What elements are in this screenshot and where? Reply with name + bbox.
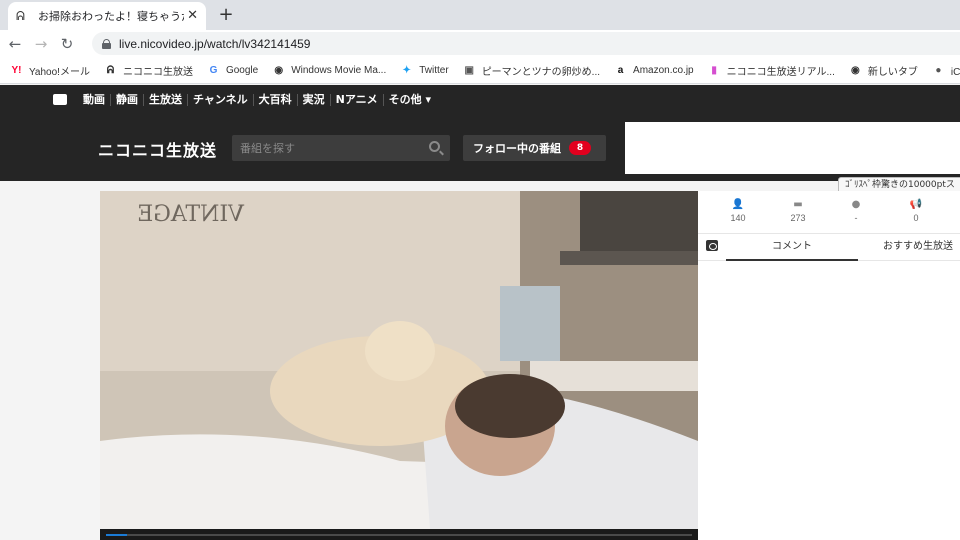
globe-icon: ◉ — [851, 64, 860, 76]
twitter-icon: ✦ — [402, 64, 411, 76]
browser-tab[interactable]: ᕱ お掃除おわったよ！寝ちゃうかもzzz ✕ — [8, 2, 206, 30]
bookmark-item[interactable]: ● iCloud写真 — [932, 63, 960, 78]
site-nav-link[interactable]: 生放送 — [144, 94, 188, 106]
following-count-badge: 8 — [569, 141, 591, 155]
bookmark-item[interactable]: ▮ ニコニコ生放送リアル... — [708, 63, 835, 78]
bookmark-label: Amazon.co.jp — [633, 64, 694, 76]
address-bar[interactable]: live.nicovideo.jp/watch/lv342141459 — [92, 32, 960, 55]
globe-icon: ◉ — [274, 64, 284, 76]
search-icon[interactable] — [429, 141, 440, 152]
browser-toolbar: ← → ↻ live.nicovideo.jp/watch/lv34214145… — [0, 30, 960, 57]
comment-settings-icon[interactable] — [706, 240, 718, 251]
gift-icon: ● — [851, 199, 861, 210]
bookmark-label: Twitter — [419, 64, 449, 76]
site-global-nav: 動画 静画 生放送 チャンネル 大百科 実況 Nアニメ その他 ▾ — [0, 85, 960, 115]
bookmark-label: ニコニコ生放送リアル... — [726, 66, 835, 78]
ad-icon: 📢 — [909, 199, 923, 210]
seek-progress — [106, 534, 127, 536]
program-stats: 👤 140 ▬ 273 ● - 📢 0 — [698, 199, 960, 233]
svg-text:VINTAGE: VINTAGE — [137, 202, 245, 227]
bookmark-item[interactable]: ✦ Twitter — [400, 64, 449, 77]
stat-value: 273 — [790, 213, 806, 223]
following-programs-button[interactable]: フォロー中の番組 8 — [463, 135, 606, 161]
bookmark-item[interactable]: a Amazon.co.jp — [614, 64, 694, 77]
site-nav-link[interactable]: チャンネル — [188, 94, 254, 106]
comment-icon: ▬ — [793, 199, 803, 210]
stat-ad: 📢 0 — [886, 199, 946, 223]
program-search — [232, 135, 450, 161]
stat-value: 0 — [913, 213, 919, 223]
bookmark-label: ピーマンとツナの卵炒め... — [481, 66, 601, 78]
bookmark-label: iCloud写真 — [950, 66, 960, 78]
bookmark-label: 新しいタブ — [867, 66, 918, 78]
video-player[interactable]: VINTAGE — [100, 191, 698, 540]
viewer-icon: 👤 — [731, 199, 745, 210]
side-panel: 👤 140 ▬ 273 ● - 📢 0 コメント おすすめ生放送 — [698, 191, 960, 540]
site-nav-link[interactable]: 静画 — [111, 94, 144, 106]
site-nav-link[interactable]: 動画 — [78, 94, 111, 106]
site-nav-link[interactable]: その他 ▾ — [384, 94, 436, 106]
bookmark-label: Google — [225, 64, 259, 76]
google-icon: G — [209, 64, 218, 76]
bookmark-label: Yahoo!メール — [29, 66, 90, 78]
niconico-tv-icon[interactable] — [53, 94, 67, 105]
site-nav-link[interactable]: 大百科 — [254, 94, 298, 106]
bookmark-item[interactable]: ▣ ピーマンとツナの卵炒め... — [463, 63, 600, 78]
bookmarks-bar: Y! Yahoo!メール ᕱ ニコニコ生放送 G Google ◉ Windows Movie… — [0, 57, 960, 84]
search-input[interactable] — [232, 135, 412, 161]
stat-value: - — [854, 213, 858, 223]
bookmark-label: Windows Movie Ma... — [291, 64, 387, 76]
browser-tab-strip: ᕱ お掃除おわったよ！寝ちゃうかもzzz ✕ + — [0, 0, 960, 30]
following-programs-label: フォロー中の番組 — [473, 142, 561, 155]
apple-icon: ● — [935, 64, 942, 76]
site-nav-link[interactable]: 実況 — [298, 94, 331, 106]
bookmark-item[interactable]: ᕱ ニコニコ生放送 — [104, 63, 193, 78]
tab-title: お掃除おわったよ！寝ちゃうかもzzz — [38, 10, 184, 23]
seek-bar[interactable] — [100, 529, 698, 540]
recipe-icon: ▣ — [464, 64, 474, 76]
new-tab-icon[interactable]: + — [216, 4, 236, 25]
side-tabs: コメント おすすめ生放送 — [698, 233, 960, 261]
stat-value: 140 — [730, 213, 746, 223]
reload-icon[interactable]: ↻ — [56, 33, 78, 55]
forward-icon[interactable]: → — [30, 33, 52, 55]
yahoo-icon: Y! — [11, 64, 22, 76]
tab-comment[interactable]: コメント — [726, 234, 858, 261]
stat-viewer: 👤 140 — [708, 199, 768, 223]
bookmark-item[interactable]: ◉ 新しいタブ — [849, 63, 918, 78]
close-tab-icon[interactable]: ✕ — [187, 8, 198, 23]
stat-gift: ● - — [826, 199, 886, 223]
back-icon[interactable]: ← — [4, 33, 26, 55]
site-header: ニコニコ生放送 フォロー中の番組 8 — [0, 115, 960, 181]
site-logo[interactable]: ニコニコ生放送 — [98, 137, 217, 161]
niconico-live-icon: ᕱ — [16, 9, 25, 23]
tab-recommend[interactable]: おすすめ生放送 — [876, 234, 960, 261]
ad-banner[interactable] — [625, 122, 960, 174]
niconico-live-icon: ᕱ — [106, 64, 115, 76]
lock-icon — [102, 38, 111, 49]
live-video-frame: VINTAGE — [100, 191, 698, 529]
seek-track — [106, 534, 692, 536]
site-nav-link[interactable]: Nアニメ — [331, 94, 384, 106]
bookmark-item[interactable]: ◉ Windows Movie Ma... — [272, 64, 386, 77]
niconico-pink-icon: ▮ — [711, 64, 717, 76]
amazon-icon: a — [617, 64, 624, 76]
bookmark-item[interactable]: Y! Yahoo!メール — [10, 63, 90, 78]
stat-comment: ▬ 273 — [768, 199, 828, 223]
bookmark-label: ニコニコ生放送 — [122, 66, 193, 78]
bookmark-item[interactable]: G Google — [207, 64, 259, 77]
url-text[interactable]: live.nicovideo.jp/watch/lv342141459 — [119, 37, 310, 51]
